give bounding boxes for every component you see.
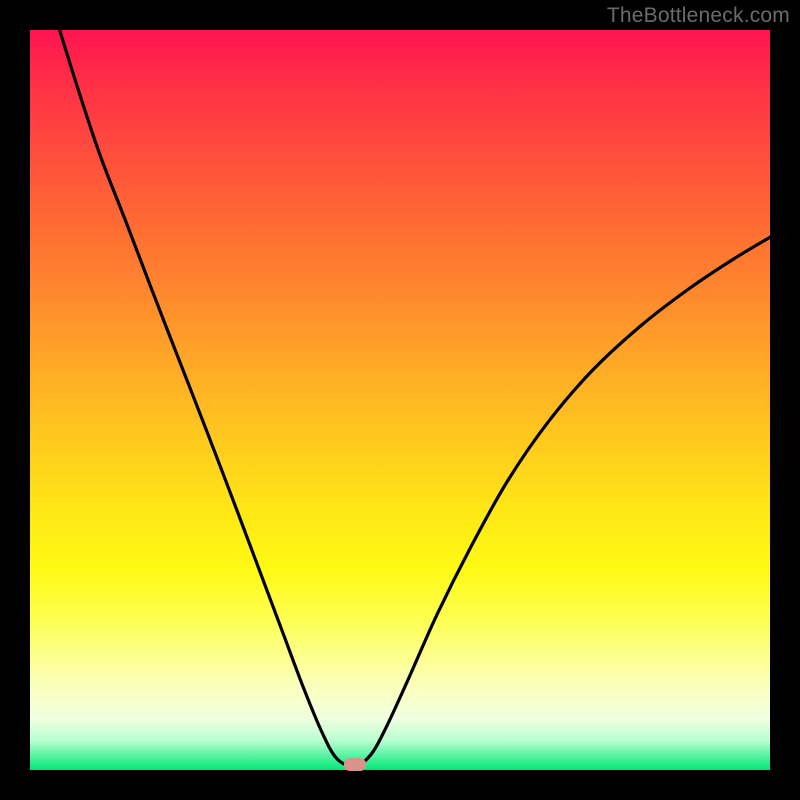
plot-area: [30, 30, 770, 770]
watermark-text: TheBottleneck.com: [607, 4, 790, 28]
bottleneck-curve: [30, 30, 770, 770]
optimal-marker: [344, 758, 366, 771]
curve-path: [60, 30, 770, 766]
chart-stage: TheBottleneck.com: [0, 0, 800, 800]
